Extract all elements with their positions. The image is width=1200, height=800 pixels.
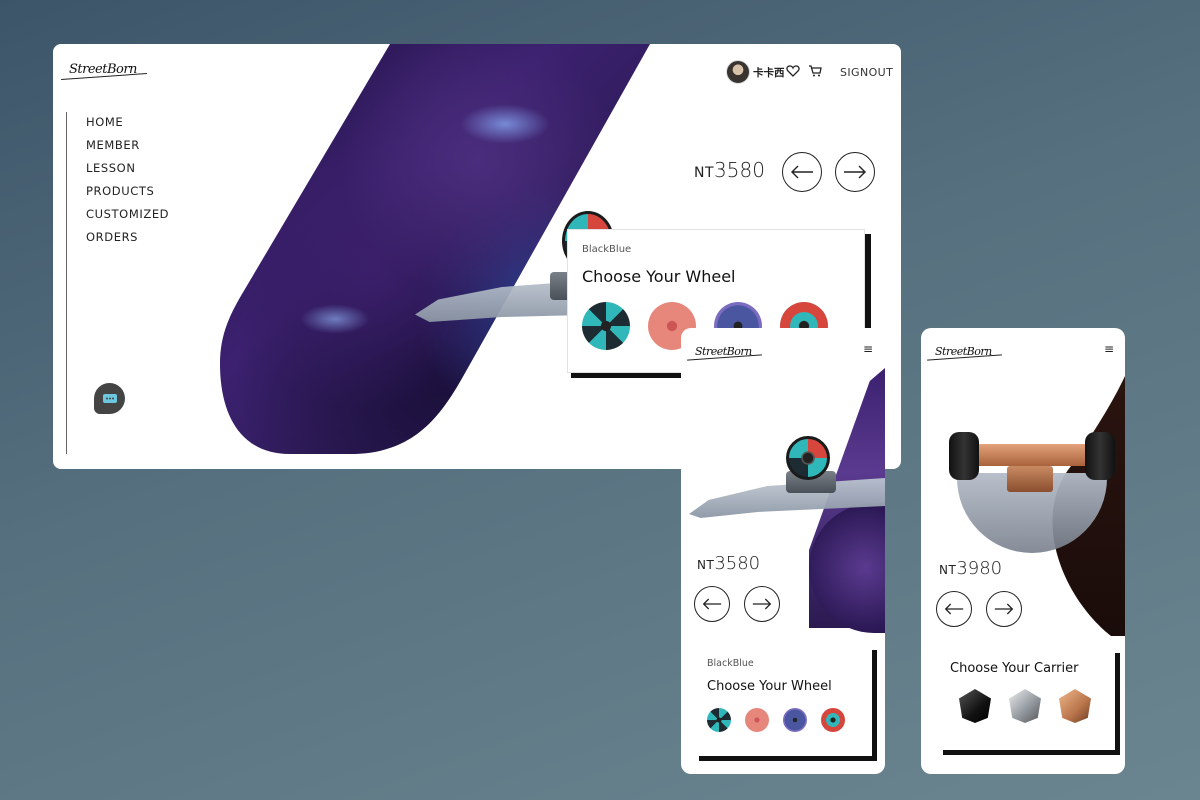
- price: NT3980: [939, 558, 1002, 579]
- username: 卡卡西: [753, 66, 785, 79]
- price: NT3580: [694, 158, 765, 182]
- signout-link[interactable]: SIGNOUT: [840, 66, 893, 79]
- arrow-right-icon: [994, 603, 1014, 615]
- nav-lesson[interactable]: LESSON: [86, 161, 136, 175]
- wheel-option-black-red[interactable]: [821, 708, 845, 732]
- arrow-left-icon: [791, 165, 813, 179]
- menu-icon[interactable]: ≡: [863, 342, 873, 356]
- avatar: [726, 60, 750, 84]
- arrow-left-icon: [702, 598, 722, 610]
- chat-button[interactable]: [94, 383, 125, 414]
- wheel-option-purple[interactable]: [783, 708, 807, 732]
- price-currency: NT: [939, 563, 957, 577]
- carrier-wheel-right: [1085, 432, 1115, 480]
- wheel-variant-label: BlackBlue: [582, 244, 632, 255]
- panel-title: Choose Your Wheel: [707, 679, 832, 694]
- logo-text: StreetBorn: [691, 343, 756, 360]
- prev-button[interactable]: [694, 586, 730, 622]
- hero-wheel: [786, 436, 830, 480]
- chat-icon: [102, 393, 117, 403]
- wheel-option-salmon[interactable]: [745, 708, 769, 732]
- next-button[interactable]: [744, 586, 780, 622]
- main-nav: HOME MEMBER LESSON PRODUCTS CUSTOMIZED O…: [66, 112, 196, 454]
- price-amount: 3580: [714, 158, 765, 182]
- price-amount: 3980: [956, 558, 1003, 579]
- brand-logo[interactable]: StreetBorn: [931, 340, 996, 360]
- cart-icon[interactable]: [808, 64, 822, 78]
- nav-customized[interactable]: CUSTOMIZED: [86, 207, 169, 221]
- brand-logo[interactable]: StreetBorn: [65, 58, 141, 79]
- nav-orders[interactable]: ORDERS: [86, 230, 138, 244]
- arrow-right-icon: [844, 165, 866, 179]
- mobile-carrier-preview: StreetBorn ≡ NT3980 Choose Your Carrier: [921, 328, 1125, 774]
- nav-products[interactable]: PRODUCTS: [86, 184, 154, 198]
- wheel-option-black-blue[interactable]: [707, 708, 731, 732]
- heart-icon[interactable]: [786, 64, 800, 78]
- price-currency: NT: [697, 558, 715, 572]
- price: NT3580: [697, 553, 760, 574]
- carrier-option-copper[interactable]: [1059, 689, 1091, 723]
- carrier-option-black[interactable]: [959, 689, 991, 723]
- panel-title: Choose Your Wheel: [582, 267, 736, 286]
- carrier-wheel-left: [949, 432, 979, 480]
- prev-button[interactable]: [782, 152, 822, 192]
- nav-member[interactable]: MEMBER: [86, 138, 140, 152]
- arrow-left-icon: [944, 603, 964, 615]
- next-button[interactable]: [835, 152, 875, 192]
- skateboard-truck: [969, 444, 1093, 466]
- carrier-option-silver[interactable]: [1009, 689, 1041, 723]
- brand-logo[interactable]: StreetBorn: [691, 340, 756, 360]
- nav-home[interactable]: HOME: [86, 115, 123, 129]
- menu-icon[interactable]: ≡: [1104, 342, 1114, 356]
- truck-baseplate: [1007, 466, 1053, 492]
- mobile-wheel-preview: StreetBorn ≡ NT3580 BlackBlue Choose You…: [681, 328, 885, 774]
- wheel-option-black-blue[interactable]: [582, 302, 630, 350]
- price-currency: NT: [694, 165, 715, 181]
- prev-button[interactable]: [936, 591, 972, 627]
- logo-text: StreetBorn: [931, 343, 996, 360]
- price-amount: 3580: [714, 553, 761, 574]
- user-profile[interactable]: 卡卡西: [726, 60, 785, 84]
- next-button[interactable]: [986, 591, 1022, 627]
- arrow-right-icon: [752, 598, 772, 610]
- panel-title: Choose Your Carrier: [950, 661, 1079, 676]
- wheel-variant-label: BlackBlue: [707, 658, 754, 669]
- logo-text: StreetBorn: [65, 60, 141, 79]
